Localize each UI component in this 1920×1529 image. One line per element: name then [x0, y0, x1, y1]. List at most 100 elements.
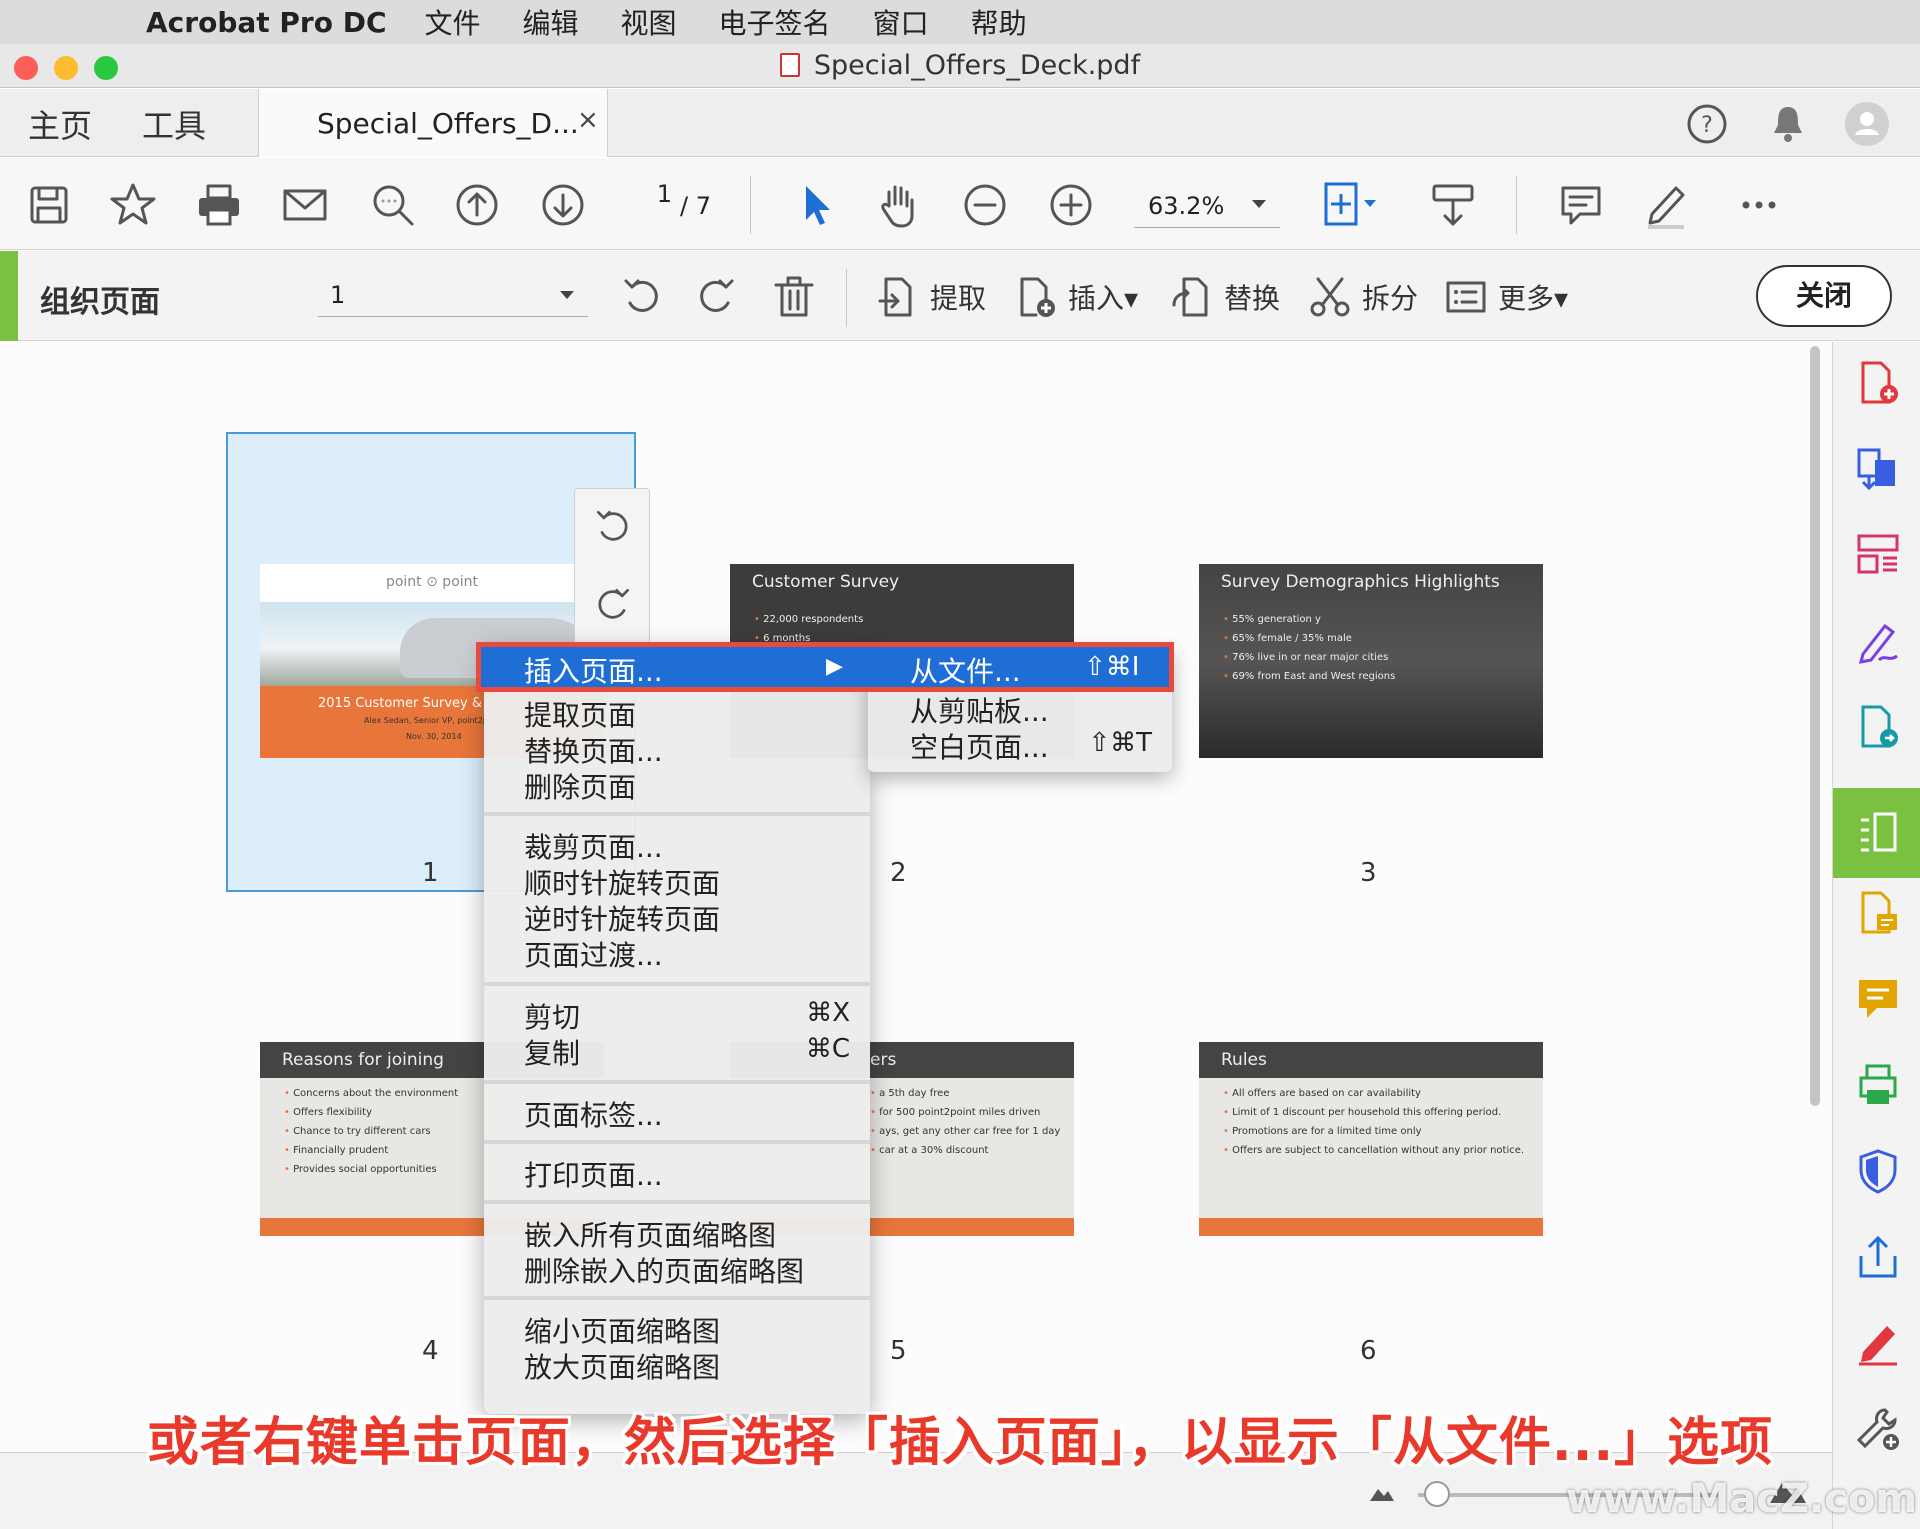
- slide-title: Rules: [1221, 1050, 1267, 1070]
- scrollbar-thumb[interactable]: [1810, 346, 1820, 1106]
- rotate-cw-icon[interactable]: [591, 583, 635, 627]
- chevron-down-icon: [1252, 200, 1266, 208]
- menu-view[interactable]: 视图: [621, 2, 677, 42]
- organize-pages-tool-active[interactable]: [1833, 788, 1920, 878]
- menu-separator: [484, 1080, 870, 1084]
- menu-remove-thumbnails[interactable]: 删除嵌入的页面缩略图: [524, 1250, 804, 1290]
- menu-window[interactable]: 窗口: [873, 2, 929, 42]
- print-production-icon[interactable]: [1855, 1062, 1901, 1108]
- menu-rotate-ccw[interactable]: 逆时针旋转页面: [524, 898, 720, 938]
- protect-shield-icon[interactable]: [1855, 1148, 1901, 1194]
- fill-sign-icon[interactable]: [1855, 618, 1901, 664]
- submenu-blank-page-shortcut: ⇧⌘T: [1088, 728, 1152, 758]
- toolbar-divider: [846, 269, 847, 327]
- export-pdf-icon[interactable]: [1855, 704, 1901, 750]
- create-pdf-icon[interactable]: [1855, 360, 1901, 406]
- menu-enlarge-thumbnails[interactable]: 放大页面缩略图: [524, 1346, 720, 1386]
- slide-author: Alex Sedan, Senior VP, point2p: [364, 716, 488, 725]
- split-button[interactable]: 拆分: [1308, 275, 1418, 319]
- help-icon[interactable]: ?: [1686, 103, 1728, 145]
- menu-esign[interactable]: 电子签名: [719, 2, 831, 42]
- close-organize-button[interactable]: 关闭: [1756, 265, 1892, 327]
- page-range-dropdown[interactable]: 1: [318, 273, 588, 317]
- slide-bullet: Limit of 1 discount per household this o…: [1223, 1103, 1524, 1122]
- menu-file[interactable]: 文件: [425, 2, 481, 42]
- highlight-pen-icon[interactable]: [1640, 180, 1690, 230]
- page-context-menu: 提取页面 替换页面... 删除页面 裁剪页面... 顺时针旋转页面 逆时针旋转页…: [484, 644, 870, 1414]
- user-avatar-icon[interactable]: [1844, 101, 1890, 147]
- fit-page-icon[interactable]: [1320, 180, 1384, 230]
- menu-crop-pages[interactable]: 裁剪页面...: [524, 826, 663, 866]
- bookmark-star-icon[interactable]: [108, 180, 158, 230]
- delete-trash-icon[interactable]: [770, 273, 818, 321]
- next-page-icon[interactable]: [538, 180, 588, 230]
- print-icon[interactable]: [194, 180, 244, 230]
- menu-shrink-thumbnails[interactable]: 缩小页面缩略图: [524, 1310, 720, 1350]
- slide-bullet: Promotions are for a limited time only: [1223, 1122, 1524, 1141]
- window-title-text: Special_Offers_Deck.pdf: [813, 50, 1141, 81]
- zoom-search-icon[interactable]: [368, 180, 418, 230]
- notifications-bell-icon[interactable]: [1768, 103, 1808, 145]
- close-tab-icon[interactable]: ×: [577, 105, 599, 135]
- submenu-from-clipboard[interactable]: 从剪贴板...: [910, 690, 1049, 730]
- combine-files-icon[interactable]: [1855, 446, 1901, 492]
- slide-title: Survey Demographics Highlights: [1221, 572, 1500, 592]
- menu-separator: [484, 1140, 870, 1144]
- page-number-input[interactable]: 1: [612, 180, 682, 228]
- email-icon[interactable]: [280, 180, 330, 230]
- organize-pages-title: 组织页面: [40, 285, 160, 320]
- menu-replace-pages[interactable]: 替换页面...: [524, 730, 663, 770]
- hand-tool-icon[interactable]: [874, 180, 924, 230]
- zoom-level-dropdown[interactable]: 63.2%: [1134, 180, 1280, 228]
- rotate-cw-icon[interactable]: [692, 273, 740, 321]
- page-thumbnail-3[interactable]: Survey Demographics Highlights 55% gener…: [1199, 564, 1543, 758]
- comment-icon[interactable]: [1556, 180, 1606, 230]
- menu-embed-thumbnails[interactable]: 嵌入所有页面缩略图: [524, 1214, 776, 1254]
- extract-button[interactable]: 提取: [876, 275, 986, 319]
- slide-date: Nov. 30, 2014: [406, 732, 462, 741]
- small-thumbnail-icon[interactable]: [1368, 1483, 1396, 1503]
- tab-tools[interactable]: 工具: [142, 101, 206, 147]
- replace-button[interactable]: 替换: [1170, 275, 1280, 319]
- menu-print-pages[interactable]: 打印页面...: [524, 1154, 663, 1194]
- menu-extract-pages[interactable]: 提取页面: [524, 694, 636, 734]
- insert-button[interactable]: 插入▾: [1014, 275, 1138, 319]
- zoom-in-icon[interactable]: [1046, 180, 1096, 230]
- more-options-icon[interactable]: [1734, 180, 1784, 230]
- menu-cut[interactable]: 剪切: [524, 996, 580, 1036]
- menu-page-labels[interactable]: 页面标签...: [524, 1094, 663, 1134]
- vertical-scrollbar[interactable]: [1808, 346, 1822, 1106]
- tab-document[interactable]: Special_Offers_D... ×: [258, 89, 608, 157]
- menu-copy[interactable]: 复制: [524, 1032, 580, 1072]
- more-button[interactable]: 更多▾: [1444, 275, 1568, 319]
- menu-help[interactable]: 帮助: [971, 2, 1027, 42]
- share-upload-icon[interactable]: [1855, 1234, 1901, 1280]
- menu-page-transitions[interactable]: 页面过渡...: [524, 934, 663, 974]
- slide-bullet: 65% female / 35% male: [1223, 629, 1395, 648]
- slider-handle[interactable]: [1424, 1481, 1450, 1507]
- previous-page-icon[interactable]: [452, 180, 502, 230]
- submenu-blank-page[interactable]: 空白页面...: [910, 726, 1049, 766]
- slide-bullet: Chance to try different cars: [284, 1122, 458, 1141]
- menu-app-name[interactable]: Acrobat Pro DC: [146, 6, 387, 39]
- select-pointer-icon[interactable]: [790, 180, 840, 230]
- menu-delete-pages[interactable]: 删除页面: [524, 766, 636, 806]
- edit-pdf-icon[interactable]: [1855, 532, 1901, 578]
- rotate-ccw-icon[interactable]: [591, 505, 635, 549]
- zoom-out-icon[interactable]: [960, 180, 1010, 230]
- rotate-ccw-icon[interactable]: [618, 273, 666, 321]
- menu-separator: [484, 1296, 870, 1300]
- scroll-mode-icon[interactable]: [1428, 180, 1478, 230]
- page-number-5: 5: [890, 1336, 907, 1366]
- scissors-icon: [1310, 277, 1350, 317]
- comment-tool-icon[interactable]: [1855, 976, 1901, 1022]
- menu-edit[interactable]: 编辑: [523, 2, 579, 42]
- sign-pen-icon[interactable]: [1855, 1320, 1901, 1366]
- page-thumbnail-6[interactable]: Rules All offers are based on car availa…: [1199, 1042, 1543, 1236]
- save-icon[interactable]: [24, 180, 74, 230]
- menu-rotate-cw[interactable]: 顺时针旋转页面: [524, 862, 720, 902]
- comment-file-icon[interactable]: [1855, 890, 1901, 936]
- slide-bullet: Financially prudent: [284, 1141, 458, 1160]
- tab-home[interactable]: 主页: [28, 101, 92, 147]
- slide-bullet: 55% generation y: [1223, 610, 1395, 629]
